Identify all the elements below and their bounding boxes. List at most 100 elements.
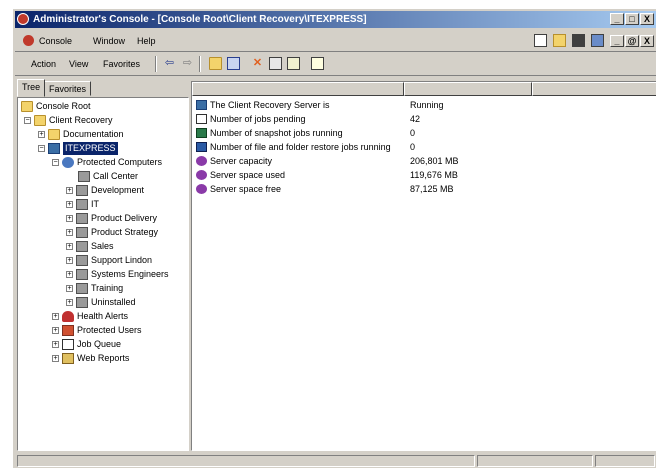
column-header-value[interactable] [404, 82, 532, 96]
action-menu[interactable]: Action [31, 59, 56, 69]
view-menu[interactable]: View [69, 59, 88, 69]
folder-icon [48, 129, 60, 140]
server-status-icon [196, 100, 207, 110]
toolbar-separator [199, 56, 201, 72]
expand-toggle[interactable]: + [52, 355, 59, 362]
tree-item-job-queue[interactable]: + Job Queue [52, 338, 121, 351]
tree-item-client-recovery[interactable]: − Client Recovery [24, 114, 113, 127]
menu-help[interactable]: Help [137, 36, 156, 46]
properties-icon[interactable] [269, 57, 282, 70]
list-item[interactable]: Server capacity 206,801 MB [194, 154, 654, 168]
title-bar[interactable]: Administrator's Console - [Console Root\… [15, 11, 656, 28]
column-header-extra[interactable] [532, 82, 656, 96]
new-document-icon[interactable] [534, 34, 547, 47]
tree-pane[interactable]: Console Root − Client Recovery + Documenta… [17, 97, 189, 451]
tree-item-label: Documentation [63, 129, 124, 139]
expand-toggle[interactable]: + [52, 313, 59, 320]
tree-item-protected-users[interactable]: + Protected Users [52, 324, 142, 337]
tree-item-development[interactable]: + Development [66, 184, 144, 197]
group-icon [76, 185, 88, 196]
mdi-restore-button[interactable]: @ [625, 34, 639, 47]
expand-toggle[interactable]: + [66, 243, 73, 250]
tree-item-documentation[interactable]: + Documentation [38, 128, 124, 141]
console-menu-icon[interactable] [23, 35, 34, 46]
tree-item-systems-engineers[interactable]: + Systems Engineers [66, 268, 169, 281]
details-pane[interactable]: The Client Recovery Server is Running Nu… [191, 81, 656, 451]
list-item-value: 206,801 MB [410, 156, 459, 166]
export-list-icon[interactable] [287, 57, 300, 70]
tree-item-uninstalled[interactable]: + Uninstalled [66, 296, 136, 309]
list-item-value: 0 [410, 128, 416, 138]
group-icon [76, 297, 88, 308]
menu-window[interactable]: Window [93, 36, 125, 46]
expand-toggle[interactable]: + [66, 187, 73, 194]
help-icon[interactable] [311, 57, 324, 70]
back-arrow-icon[interactable]: ⇦ [163, 57, 176, 70]
delete-icon[interactable]: ✕ [251, 57, 264, 70]
tree-item-label: Job Queue [77, 339, 122, 349]
expand-toggle[interactable]: + [66, 215, 73, 222]
tree-item-itexpress[interactable]: − ITEXPRESS [38, 142, 118, 155]
tree-item-health-alerts[interactable]: + Health Alerts [52, 310, 128, 323]
tree-item-sales[interactable]: + Sales [66, 240, 114, 253]
tree-item-protected-computers[interactable]: − Protected Computers [52, 156, 162, 169]
action-toolbar: Action View Favorites ⇦ ⇨ ✕ [15, 53, 656, 76]
list-item[interactable]: Number of file and folder restore jobs r… [194, 140, 654, 154]
tree-item-it[interactable]: + IT [66, 198, 99, 211]
expand-toggle[interactable]: + [52, 327, 59, 334]
expand-toggle[interactable]: + [66, 201, 73, 208]
tree-item-console-root[interactable]: Console Root [21, 100, 91, 113]
save-icon[interactable] [572, 34, 585, 47]
users-icon [62, 325, 74, 336]
expand-toggle[interactable]: + [66, 285, 73, 292]
up-folder-icon[interactable] [209, 57, 222, 70]
tab-favorites[interactable]: Favorites [44, 81, 92, 96]
expand-toggle[interactable]: + [66, 271, 73, 278]
collapse-toggle[interactable]: − [38, 145, 45, 152]
list-item[interactable]: Number of snapshot jobs running 0 [194, 126, 654, 140]
tree-item-label: Sales [91, 241, 114, 251]
collapse-toggle[interactable]: − [52, 159, 59, 166]
maximize-button[interactable]: □ [625, 13, 639, 25]
list-item-value: 87,125 MB [410, 184, 454, 194]
tree-item-label: Systems Engineers [91, 269, 169, 279]
mdi-close-button[interactable]: X [640, 34, 654, 47]
favorites-menu[interactable]: Favorites [103, 59, 140, 69]
tree-item-support-lindon[interactable]: + Support Lindon [66, 254, 152, 267]
mdi-minimize-button[interactable]: _ [610, 34, 624, 47]
column-header-name[interactable] [192, 82, 404, 96]
tree-item-training[interactable]: + Training [66, 282, 123, 295]
tree-item-product-delivery[interactable]: + Product Delivery [66, 212, 157, 225]
close-button[interactable]: X [640, 13, 654, 25]
forward-arrow-icon[interactable]: ⇨ [181, 57, 194, 70]
show-tree-icon[interactable] [227, 57, 240, 70]
menu-console[interactable]: Console [39, 36, 72, 46]
menu-bar: Console Window Help _ @ X [15, 31, 656, 52]
expand-toggle[interactable]: + [66, 299, 73, 306]
tree-item-label: Health Alerts [77, 311, 129, 321]
tree-item-product-strategy[interactable]: + Product Strategy [66, 226, 158, 239]
disk-icon [196, 170, 207, 180]
expand-toggle[interactable]: + [38, 131, 45, 138]
list-item[interactable]: Number of jobs pending 42 [194, 112, 654, 126]
tab-tree[interactable]: Tree [17, 79, 46, 97]
expand-toggle[interactable]: + [66, 229, 73, 236]
open-folder-icon[interactable] [553, 34, 566, 47]
new-window-icon[interactable] [591, 34, 604, 47]
list-item[interactable]: The Client Recovery Server is Running [194, 98, 654, 112]
list-item[interactable]: Server space free 87,125 MB [194, 182, 654, 196]
list-item-name: Server space used [210, 170, 286, 180]
minimize-button[interactable]: _ [610, 13, 624, 25]
window-title: Administrator's Console - [Console Root\… [33, 14, 367, 25]
status-panel-2 [477, 455, 593, 467]
list-item-value: Running [410, 100, 444, 110]
expand-toggle[interactable]: + [52, 341, 59, 348]
collapse-toggle[interactable]: − [24, 117, 31, 124]
group-icon [76, 269, 88, 280]
list-item-value: 119,676 MB [410, 170, 458, 180]
tree-item-call-center[interactable]: Call Center [78, 170, 138, 183]
list-item[interactable]: Server space used 119,676 MB [194, 168, 654, 182]
window-controls: _ □ X [610, 13, 654, 25]
tree-item-web-reports[interactable]: + Web Reports [52, 352, 129, 365]
expand-toggle[interactable]: + [66, 257, 73, 264]
